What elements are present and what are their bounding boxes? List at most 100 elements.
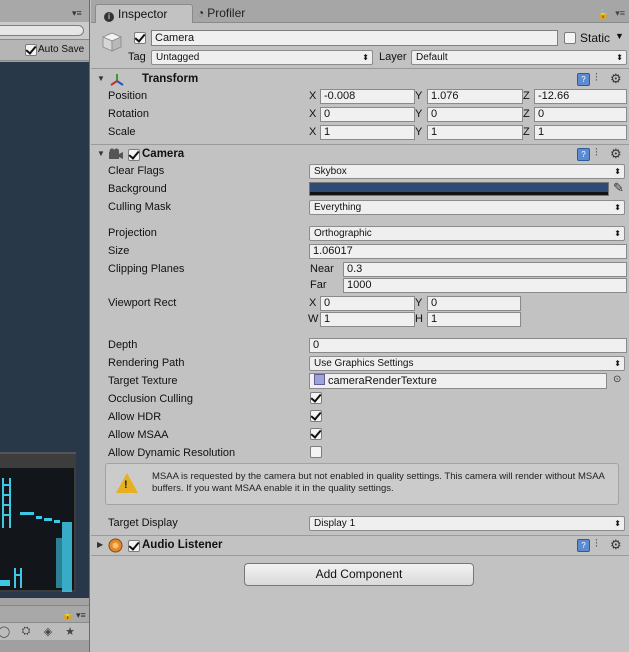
scale-x-label[interactable]: X bbox=[309, 126, 316, 138]
tab-profiler[interactable]: ◔ Profiler bbox=[197, 4, 287, 22]
tab-inspector[interactable]: i Inspector bbox=[95, 4, 193, 23]
far-field[interactable]: 1000 bbox=[343, 278, 627, 293]
transform-header[interactable]: ▼ Transform ? ⫶ ⚙ bbox=[91, 71, 629, 89]
viewport-y-field[interactable]: 0 bbox=[427, 296, 521, 311]
rotation-y-field[interactable]: 0 bbox=[427, 107, 523, 122]
dropdown-arrow-icon: ⬍ bbox=[614, 359, 621, 368]
target-texture-value: cameraRenderTexture bbox=[328, 375, 437, 387]
presets-sliders-icon[interactable]: ⫶ bbox=[595, 538, 598, 551]
left-panel: ▾≡ Auto Save 🔒 ▾≡ ◯ ⛭ ◈ ★ bbox=[0, 0, 90, 652]
viewport-h-field[interactable]: 1 bbox=[427, 312, 521, 327]
depth-field[interactable]: 0 bbox=[309, 338, 627, 353]
tag-icon[interactable]: ◈ bbox=[40, 625, 56, 639]
static-dropdown-icon[interactable]: ▼ bbox=[615, 31, 624, 41]
projection-dropdown[interactable]: Orthographic ⬍ bbox=[309, 226, 625, 241]
collapse-triangle-icon[interactable]: ▼ bbox=[97, 74, 105, 83]
auto-save-label: Auto Save bbox=[38, 44, 85, 55]
camera-enabled-checkbox[interactable] bbox=[128, 149, 140, 161]
star-icon[interactable]: ★ bbox=[62, 625, 78, 639]
rotation-y-label[interactable]: Y bbox=[415, 108, 422, 120]
rotation-z-field[interactable]: 0 bbox=[534, 107, 627, 122]
search-icon[interactable]: ◯ bbox=[0, 625, 12, 639]
object-header: Camera Static ▼ Tag Untagged ⬍ Layer Defa… bbox=[91, 23, 629, 69]
rendering-path-dropdown[interactable]: Use Graphics Settings ⬍ bbox=[309, 356, 625, 371]
tag-value: Untagged bbox=[156, 52, 200, 63]
viewport-w-label[interactable]: W bbox=[308, 313, 318, 325]
add-component-button[interactable]: Add Component bbox=[244, 563, 474, 586]
position-x-label[interactable]: X bbox=[309, 90, 316, 102]
rotation-z-label[interactable]: Z bbox=[523, 108, 530, 120]
filter-by-type-icon[interactable]: ⛭ bbox=[18, 625, 34, 639]
warning-message: MSAA is requested by the camera but not … bbox=[152, 471, 605, 494]
audio-listener-header[interactable]: ▶ Audio Listener ? ⫶ ⚙ bbox=[91, 537, 629, 555]
help-book-icon[interactable]: ? bbox=[577, 73, 590, 86]
rotation-x-field[interactable]: 0 bbox=[320, 107, 415, 122]
presets-sliders-icon[interactable]: ⫶ bbox=[595, 72, 598, 85]
presets-sliders-icon[interactable]: ⫶ bbox=[595, 147, 598, 160]
position-z-field[interactable]: -12.66 bbox=[534, 89, 627, 104]
eyedropper-icon[interactable]: ✎ bbox=[613, 180, 624, 196]
object-active-checkbox[interactable] bbox=[134, 32, 146, 44]
position-y-label[interactable]: Y bbox=[415, 90, 422, 102]
rotation-label: Rotation bbox=[108, 108, 149, 120]
background-color-field[interactable] bbox=[309, 182, 609, 196]
panel-menu-icon[interactable]: ▾≡ bbox=[72, 8, 82, 19]
scale-z-label[interactable]: Z bbox=[523, 126, 530, 138]
object-picker-icon[interactable]: ⊙ bbox=[613, 374, 621, 385]
gear-icon[interactable]: ⚙ bbox=[610, 146, 622, 162]
collapse-triangle-icon[interactable]: ▶ bbox=[97, 540, 103, 549]
allow-dynamic-resolution-checkbox[interactable] bbox=[310, 446, 322, 458]
position-label: Position bbox=[108, 90, 148, 102]
dropdown-arrow-icon: ⬍ bbox=[614, 519, 621, 528]
gear-icon[interactable]: ⚙ bbox=[610, 71, 622, 87]
clear-flags-label: Clear Flags bbox=[108, 165, 165, 177]
viewport-y-label[interactable]: Y bbox=[415, 297, 422, 309]
viewport-x-field[interactable]: 0 bbox=[320, 296, 415, 311]
target-texture-field[interactable]: cameraRenderTexture bbox=[309, 373, 607, 389]
camera-header[interactable]: ▼ Camera ? ⫶ ⚙ bbox=[91, 146, 629, 164]
auto-save-checkbox[interactable] bbox=[25, 44, 37, 56]
camera-icon bbox=[109, 148, 123, 159]
position-z-label[interactable]: Z bbox=[523, 90, 530, 102]
panel-menu-icon-2[interactable]: ▾≡ bbox=[76, 610, 86, 621]
tag-dropdown[interactable]: Untagged ⬍ bbox=[151, 50, 373, 65]
viewport-w-field[interactable]: 1 bbox=[320, 312, 415, 327]
tab-menu-icon[interactable]: ▾≡ bbox=[615, 8, 625, 19]
scale-z-field[interactable]: 1 bbox=[534, 125, 627, 140]
lock-icon[interactable]: 🔒 bbox=[62, 610, 73, 621]
size-field[interactable]: 1.06017 bbox=[309, 244, 627, 259]
viewport-x-label[interactable]: X bbox=[309, 297, 316, 309]
audio-listener-enabled-checkbox[interactable] bbox=[128, 540, 140, 552]
static-checkbox[interactable] bbox=[564, 32, 576, 44]
viewport-rect-label: Viewport Rect bbox=[108, 297, 177, 309]
component-divider bbox=[91, 535, 629, 536]
viewport-h-label[interactable]: H bbox=[415, 313, 423, 325]
position-y-field[interactable]: 1.076 bbox=[427, 89, 523, 104]
help-book-icon[interactable]: ? bbox=[577, 539, 590, 552]
left-search-input[interactable] bbox=[0, 25, 84, 36]
collapse-triangle-icon[interactable]: ▼ bbox=[97, 149, 105, 158]
scale-x-field[interactable]: 1 bbox=[320, 125, 415, 140]
clear-flags-dropdown[interactable]: Skybox ⬍ bbox=[309, 164, 625, 179]
help-book-icon[interactable]: ? bbox=[577, 148, 590, 161]
culling-mask-dropdown[interactable]: Everything ⬍ bbox=[309, 200, 625, 215]
lock-icon[interactable]: 🔒 bbox=[598, 9, 609, 20]
warning-exclamation: ! bbox=[124, 479, 128, 491]
size-label: Size bbox=[108, 245, 130, 257]
occlusion-culling-checkbox[interactable] bbox=[310, 392, 322, 404]
projection-value: Orthographic bbox=[314, 228, 372, 239]
allow-msaa-checkbox[interactable] bbox=[310, 428, 322, 440]
scale-y-label[interactable]: Y bbox=[415, 126, 422, 138]
render-texture-icon bbox=[314, 374, 325, 385]
left-filter-bar: ◯ ⛭ ◈ ★ bbox=[0, 622, 89, 641]
position-x-field[interactable]: -0.008 bbox=[320, 89, 415, 104]
object-name-field[interactable]: Camera bbox=[151, 30, 558, 46]
layer-dropdown[interactable]: Default ⬍ bbox=[411, 50, 627, 65]
gear-icon[interactable]: ⚙ bbox=[610, 537, 622, 553]
target-display-dropdown[interactable]: Display 1 ⬍ bbox=[309, 516, 625, 531]
near-field[interactable]: 0.3 bbox=[343, 262, 627, 277]
rotation-x-label[interactable]: X bbox=[309, 108, 316, 120]
scale-y-field[interactable]: 1 bbox=[427, 125, 523, 140]
allow-hdr-checkbox[interactable] bbox=[310, 410, 322, 422]
msaa-warning-box: ! MSAA is requested by the camera but no… bbox=[105, 463, 619, 505]
